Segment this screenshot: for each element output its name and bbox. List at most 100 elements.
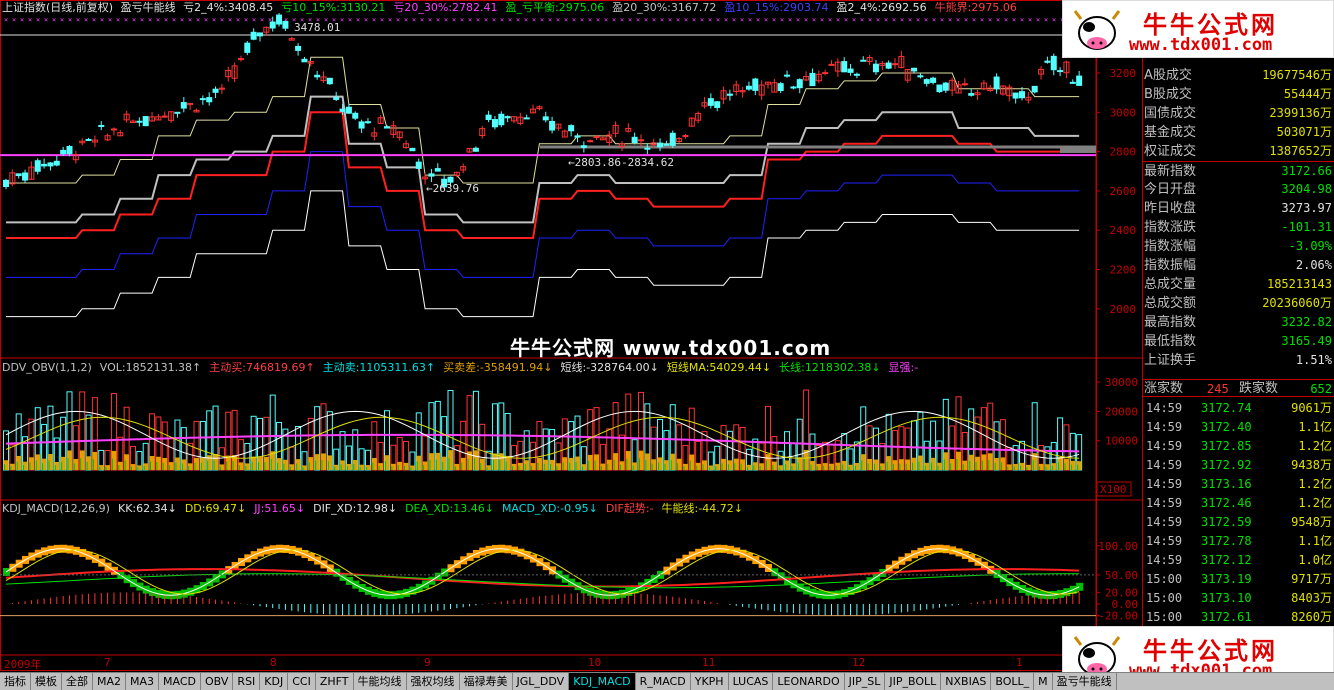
volume-tick (378, 465, 380, 470)
volume-tick (219, 466, 221, 470)
tab-nxbias[interactable]: NXBIAS (941, 673, 992, 690)
volume-tick (975, 462, 977, 470)
tick-price: 3172.59 (1201, 515, 1252, 529)
tick-volume: 1.2亿 (1298, 439, 1332, 453)
volume-tick (61, 462, 63, 470)
candle-body (352, 112, 359, 119)
tab-lucas[interactable]: LUCAS (729, 673, 774, 690)
volume-tick (435, 459, 437, 470)
x-axis-label: 1 (1016, 656, 1023, 669)
y-axis-label: 3200 (1110, 67, 1137, 80)
marker-x: × (980, 16, 984, 24)
candle-body (847, 68, 854, 73)
marker-x: × (532, 16, 536, 24)
candle-body (568, 125, 575, 132)
volume-tick (759, 465, 761, 470)
tab-r_macd[interactable]: R_MACD (636, 673, 691, 690)
volume-tick (848, 466, 850, 470)
tab-rsi[interactable]: RSI (233, 673, 261, 690)
volume-tick (429, 459, 431, 470)
tick-volume: 8403万 (1291, 591, 1332, 605)
tab-m[interactable]: M (1034, 673, 1053, 690)
volume-tick (283, 463, 285, 470)
stat-row: 总成交量 185213143 (1143, 275, 1334, 294)
volume-tick (550, 463, 552, 470)
candle-body (587, 140, 594, 143)
candle-body (663, 143, 670, 146)
tick-price: 3173.16 (1201, 477, 1252, 491)
tab-全部[interactable]: 全部 (62, 673, 93, 690)
tab-zhft[interactable]: ZHFT (316, 673, 354, 690)
candle-body (752, 78, 759, 91)
tab-牛能均线[interactable]: 牛能均线 (354, 673, 407, 690)
marker-x: × (100, 16, 104, 24)
tab-jip_boll[interactable]: JIP_BOLL (885, 673, 942, 690)
volume-tick (423, 464, 425, 470)
stat-value: -3.09% (1288, 239, 1332, 253)
stat-label: 最高指数 (1144, 315, 1197, 330)
tab-盈亏牛能线[interactable]: 盈亏牛能线 (1053, 673, 1117, 690)
marker-x: × (868, 16, 872, 24)
candle-body (180, 102, 187, 109)
candle-body (1050, 55, 1057, 71)
volume-tick (480, 463, 482, 470)
candle-body (244, 42, 251, 53)
volume-tick (1051, 465, 1053, 470)
tab-jip_sl[interactable]: JIP_SL (845, 673, 886, 690)
gap-annotation: ←2803.86-2834.62 (568, 156, 674, 169)
candle-body (314, 74, 321, 78)
tab-ma2[interactable]: MA2 (93, 673, 127, 690)
logo-url: www.tdx001.com (1129, 35, 1273, 55)
tab-强权均线[interactable]: 强权均线 (407, 673, 460, 690)
candle-body (669, 132, 676, 146)
legend-item: 买卖差:-358491.94↓ (443, 361, 553, 374)
marker-x: × (996, 16, 1000, 24)
y-axis-label: 10000 (1105, 435, 1138, 448)
volume-tick (16, 461, 18, 470)
tab-ykph[interactable]: YKPH (691, 673, 729, 690)
candle-body (295, 45, 302, 51)
candle-body (872, 63, 879, 73)
volume-tick (391, 466, 393, 470)
tab-cci[interactable]: CCI (288, 673, 316, 690)
volume-tick (86, 461, 88, 470)
tab-kdj[interactable]: KDJ (260, 673, 289, 690)
tab-jgl_ddv[interactable]: JGL_DDV (513, 673, 570, 690)
volume-tick (48, 460, 50, 470)
volume-tick (619, 464, 621, 470)
volume-tick (442, 461, 444, 470)
stat-row: 国债成交 2399136万 (1143, 104, 1334, 123)
candle-body (822, 72, 829, 75)
stat-row: 上证换手 1.51% (1143, 351, 1334, 370)
marker-x: × (708, 16, 712, 24)
volume-tick (1007, 466, 1009, 470)
tab-leonardo[interactable]: LEONARDO (773, 673, 845, 690)
tick-time: 14:59 (1146, 458, 1183, 472)
volume-tick (461, 462, 463, 470)
marker-x: × (1036, 16, 1040, 24)
tab-模板[interactable]: 模板 (31, 673, 62, 690)
y-axis-label: 20000 (1105, 405, 1138, 418)
tick-row: 14:59 3173.16 1.2亿 (1143, 475, 1334, 493)
tick-time: 14:59 (1146, 515, 1183, 529)
volume-tick (499, 459, 501, 470)
tab-指标[interactable]: 指标 (0, 673, 31, 690)
tick-row: 15:00 3173.10 8403万 (1143, 589, 1334, 607)
x-axis-label: 7 (104, 656, 111, 669)
marker-x: × (468, 16, 472, 24)
candle-body (485, 114, 492, 120)
tab-ma3[interactable]: MA3 (126, 673, 160, 690)
tab-obv[interactable]: OBV (201, 673, 234, 690)
tab-福禄寿美[interactable]: 福禄寿美 (460, 673, 513, 690)
volume-tick (829, 466, 831, 470)
marker-x: × (804, 16, 808, 24)
stat-value: 185213143 (1266, 277, 1332, 291)
stat-value: 3204.98 (1281, 182, 1332, 196)
tab-boll_[interactable]: BOLL_ (991, 673, 1035, 690)
marker-x: × (372, 16, 376, 24)
stat-value: 2.06% (1295, 258, 1332, 272)
marker-x: × (60, 16, 64, 24)
tab-kdj_macd[interactable]: KDJ_MACD (569, 673, 636, 690)
tab-macd[interactable]: MACD (159, 673, 202, 690)
volume-tick (772, 464, 774, 470)
